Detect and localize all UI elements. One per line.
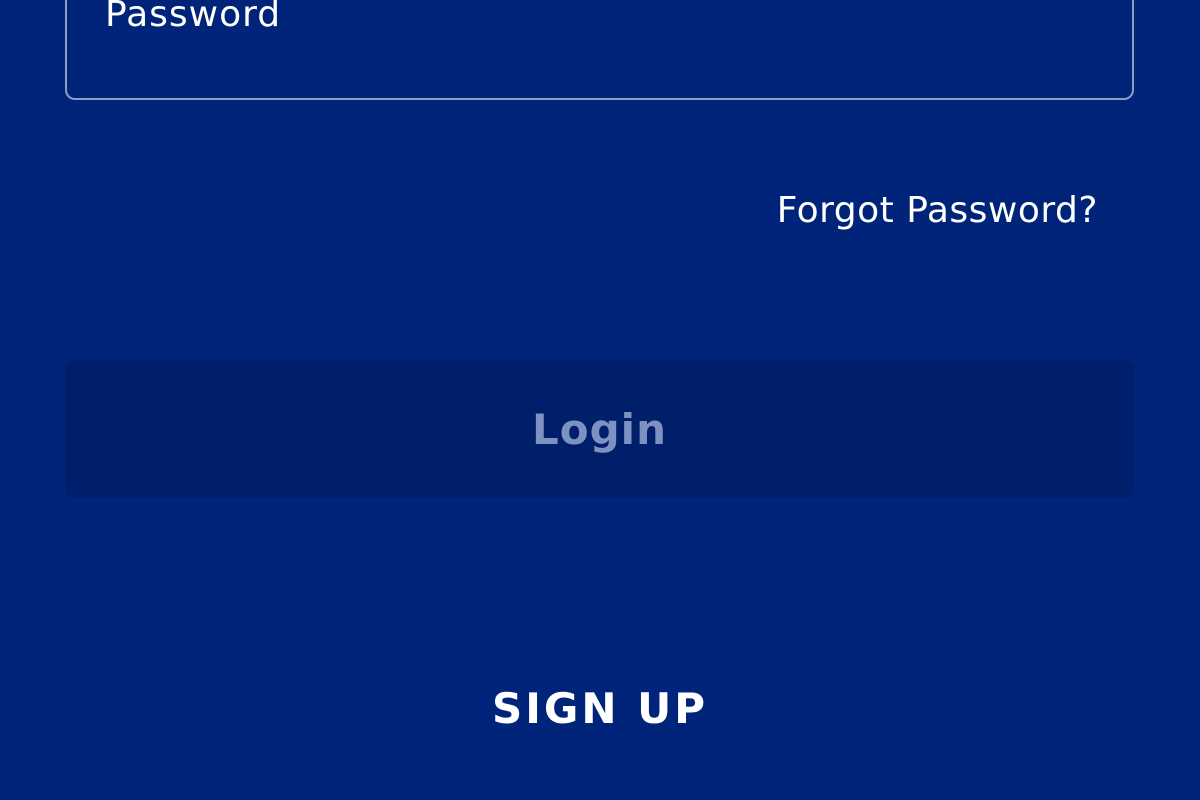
password-label: Password — [105, 0, 282, 35]
login-button[interactable]: Login — [65, 360, 1134, 498]
sign-up-link[interactable]: SIGN UP — [0, 684, 1200, 733]
password-field[interactable]: Password — [65, 0, 1134, 100]
login-button-label: Login — [532, 404, 667, 454]
forgot-password-link[interactable]: Forgot Password? — [777, 190, 1098, 231]
login-screen: Password Forgot Password? Login SIGN UP — [0, 0, 1200, 800]
